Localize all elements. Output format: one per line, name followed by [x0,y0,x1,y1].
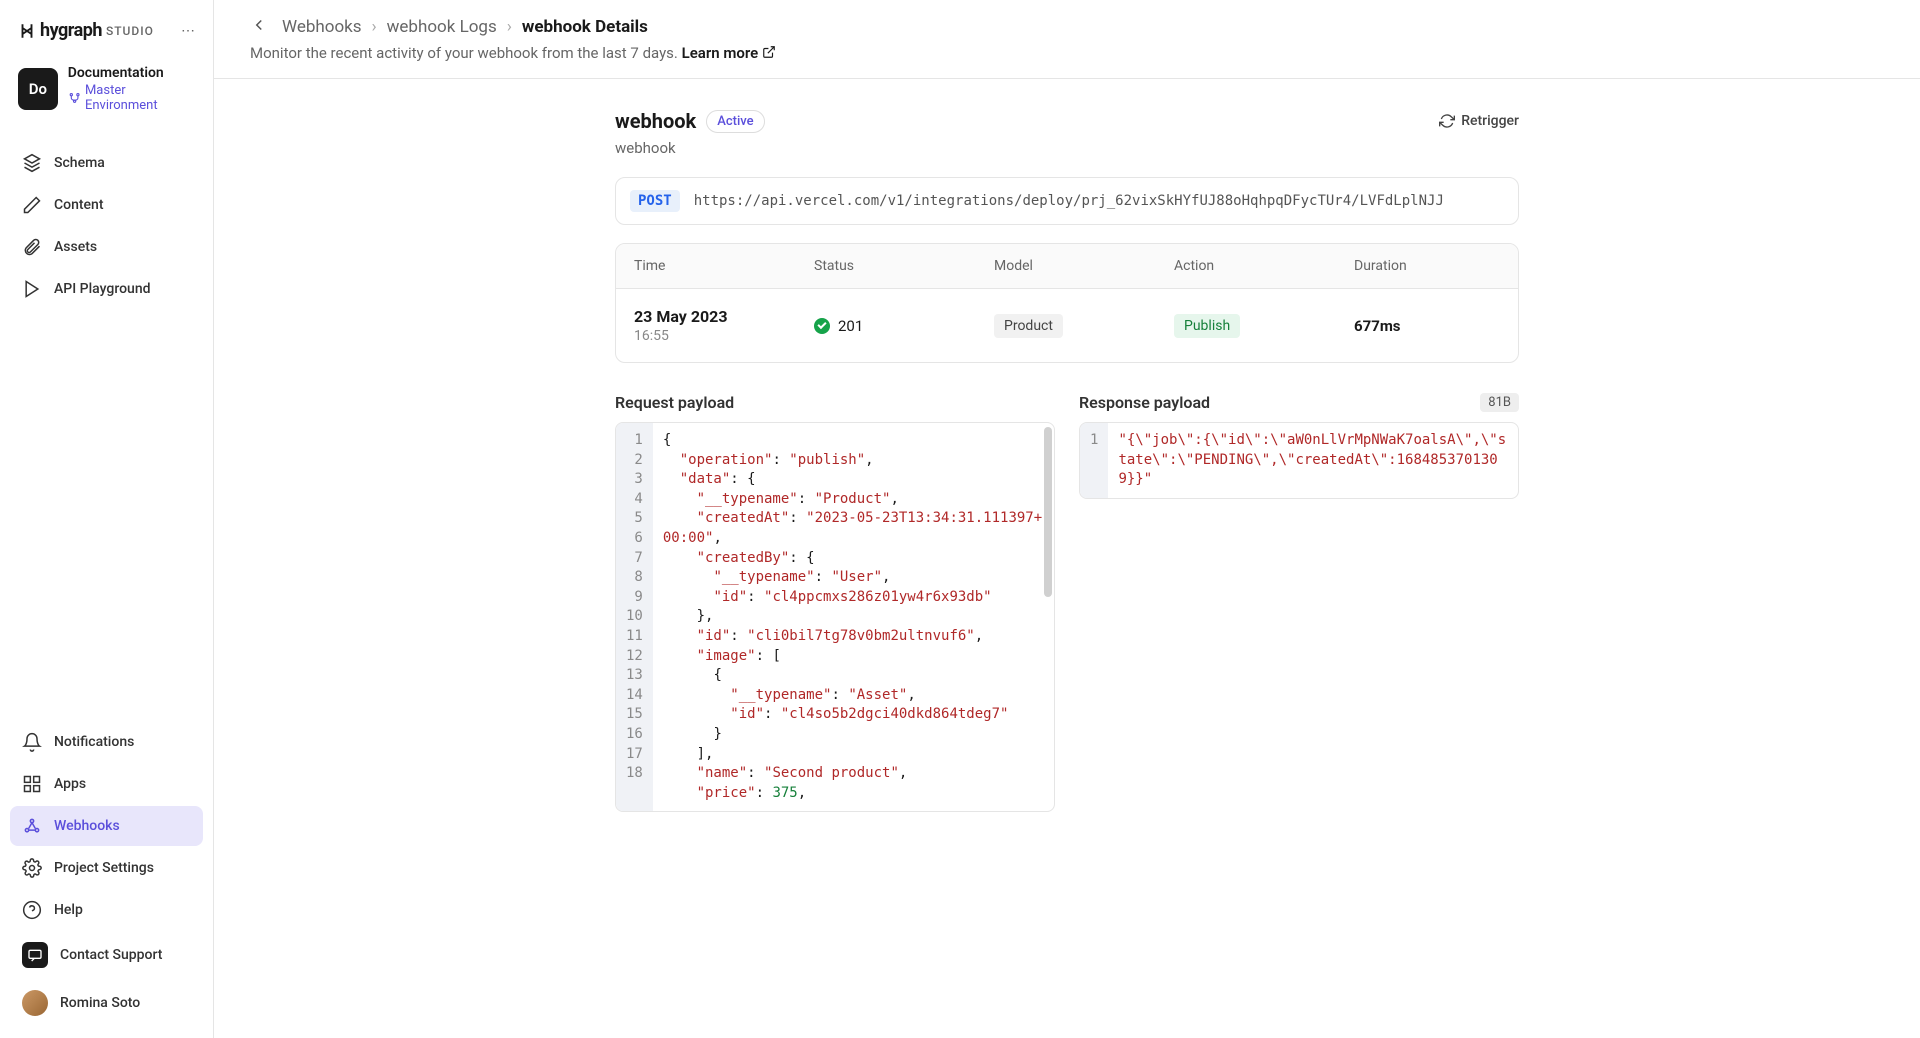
retrigger-button[interactable]: Retrigger [1439,113,1519,129]
sidebar-item-api-playground[interactable]: API Playground [10,269,203,309]
nav-bottom: Notifications Apps Webhooks Project Setting… [10,722,203,1026]
sidebar-item-webhooks[interactable]: Webhooks [10,806,203,846]
request-payload-code[interactable]: 123456789101112131415161718 { "operation… [615,422,1055,812]
chevron-left-icon [250,16,268,34]
scrollbar[interactable] [1044,427,1052,597]
table-header-cell: Action [1156,244,1336,288]
model-tag: Product [994,314,1063,338]
request-payload-title: Request payload [615,393,734,412]
external-link-icon [762,45,776,59]
page-subtitle: Monitor the recent activity of your webh… [250,44,1884,62]
sidebar-item-content[interactable]: Content [10,185,203,225]
refresh-icon [1439,113,1455,129]
sidebar-item-contact-support[interactable]: Contact Support [10,932,203,978]
http-method: POST [630,190,680,212]
nav-label: Help [54,902,83,918]
project-switcher[interactable]: Do Documentation Master Environment [10,59,203,119]
gear-icon [22,858,42,878]
breadcrumb-item[interactable]: webhook Logs [387,17,497,37]
branch-icon [68,91,81,105]
nav-label: Schema [54,155,105,171]
nav-label: Project Settings [54,860,154,876]
avatar [22,990,48,1016]
webhook-subtitle: webhook [615,139,1519,157]
environment-badge[interactable]: Master Environment [68,83,195,113]
user-name: Romina Soto [60,995,140,1011]
breadcrumb-item: webhook Details [522,17,648,37]
table-header-cell: Time [616,244,796,288]
sidebar-item-project-settings[interactable]: Project Settings [10,848,203,888]
row-time: 16:55 [634,328,669,344]
logo[interactable]: hygraph STUDIO [18,20,154,41]
project-tile: Do [18,68,58,110]
webhook-icon [22,816,42,836]
play-icon [22,279,42,299]
table-header-cell: Status [796,244,976,288]
log-table: TimeStatusModelActionDuration 23 May 202… [615,243,1519,363]
topbar: Webhooks › webhook Logs › webhook Details Mo… [214,0,1920,79]
status-badge: Active [706,110,764,133]
sidebar-item-apps[interactable]: Apps [10,764,203,804]
sidebar: hygraph STUDIO ⋯ Do Documentation Master… [0,0,214,1038]
table-header: TimeStatusModelActionDuration [616,244,1518,289]
endpoint-box: POST https://api.vercel.com/v1/integrati… [615,177,1519,225]
nav-label: API Playground [54,281,151,297]
response-size: 81B [1480,393,1519,412]
code-content: "{\"job\":{\"id\":\"aW0nLlVrMpNWaK7oalsA… [1108,423,1518,498]
action-tag: Publish [1174,314,1240,338]
sidebar-header: hygraph STUDIO ⋯ [10,12,203,49]
page-title: webhook [615,109,696,133]
sidebar-item-help[interactable]: Help [10,890,203,930]
layers-icon [22,153,42,173]
sidebar-item-notifications[interactable]: Notifications [10,722,203,762]
response-payload-code[interactable]: 1 "{\"job\":{\"id\":\"aW0nLlVrMpNWaK7oal… [1079,422,1519,499]
nav-label: Contact Support [60,947,162,963]
nav-label: Apps [54,776,86,792]
endpoint-url: https://api.vercel.com/v1/integrations/d… [694,193,1444,209]
code-content: { "operation": "publish", "data": { "__t… [653,423,1054,811]
chevron-right-icon: › [507,17,512,37]
table-header-cell: Model [976,244,1156,288]
help-icon [22,900,42,920]
response-payload-title: Response payload [1079,393,1210,412]
table-header-cell: Duration [1336,244,1518,288]
nav-label: Notifications [54,734,134,750]
logo-icon [18,22,36,40]
chat-icon [22,942,48,968]
breadcrumb-item[interactable]: Webhooks [282,17,362,37]
main: Webhooks › webhook Logs › webhook Details Mo… [214,0,1920,1038]
sidebar-item-assets[interactable]: Assets [10,227,203,267]
line-gutter: 123456789101112131415161718 [616,423,653,811]
table-row[interactable]: 23 May 2023 16:55 201 Product Publish 67… [616,289,1518,362]
pencil-icon [22,195,42,215]
content: webhook Active Retrigger webhook POST ht… [214,79,1920,1038]
line-gutter: 1 [1080,423,1108,498]
chevron-right-icon: › [372,17,377,37]
back-button[interactable] [250,16,268,38]
duration-value: 677ms [1354,317,1401,335]
sidebar-item-schema[interactable]: Schema [10,143,203,183]
environment-label: Master Environment [85,83,195,113]
grid-icon [22,774,42,794]
bell-icon [22,732,42,752]
user-menu[interactable]: Romina Soto [10,980,203,1026]
nav-label: Content [54,197,104,213]
brand-suffix: STUDIO [106,24,154,38]
learn-more-link[interactable]: Learn more [682,44,776,62]
more-icon[interactable]: ⋯ [181,23,195,39]
breadcrumb: Webhooks › webhook Logs › webhook Details [282,17,648,37]
row-date: 23 May 2023 [634,307,728,326]
nav-top: Schema Content Assets API Playground [10,143,203,309]
status-code: 201 [838,317,863,335]
nav-label: Webhooks [54,818,120,834]
retrigger-label: Retrigger [1461,113,1519,129]
brand-name: hygraph [40,20,102,41]
project-name: Documentation [68,65,195,81]
nav-label: Assets [54,239,97,255]
success-icon [814,318,830,334]
paperclip-icon [22,237,42,257]
